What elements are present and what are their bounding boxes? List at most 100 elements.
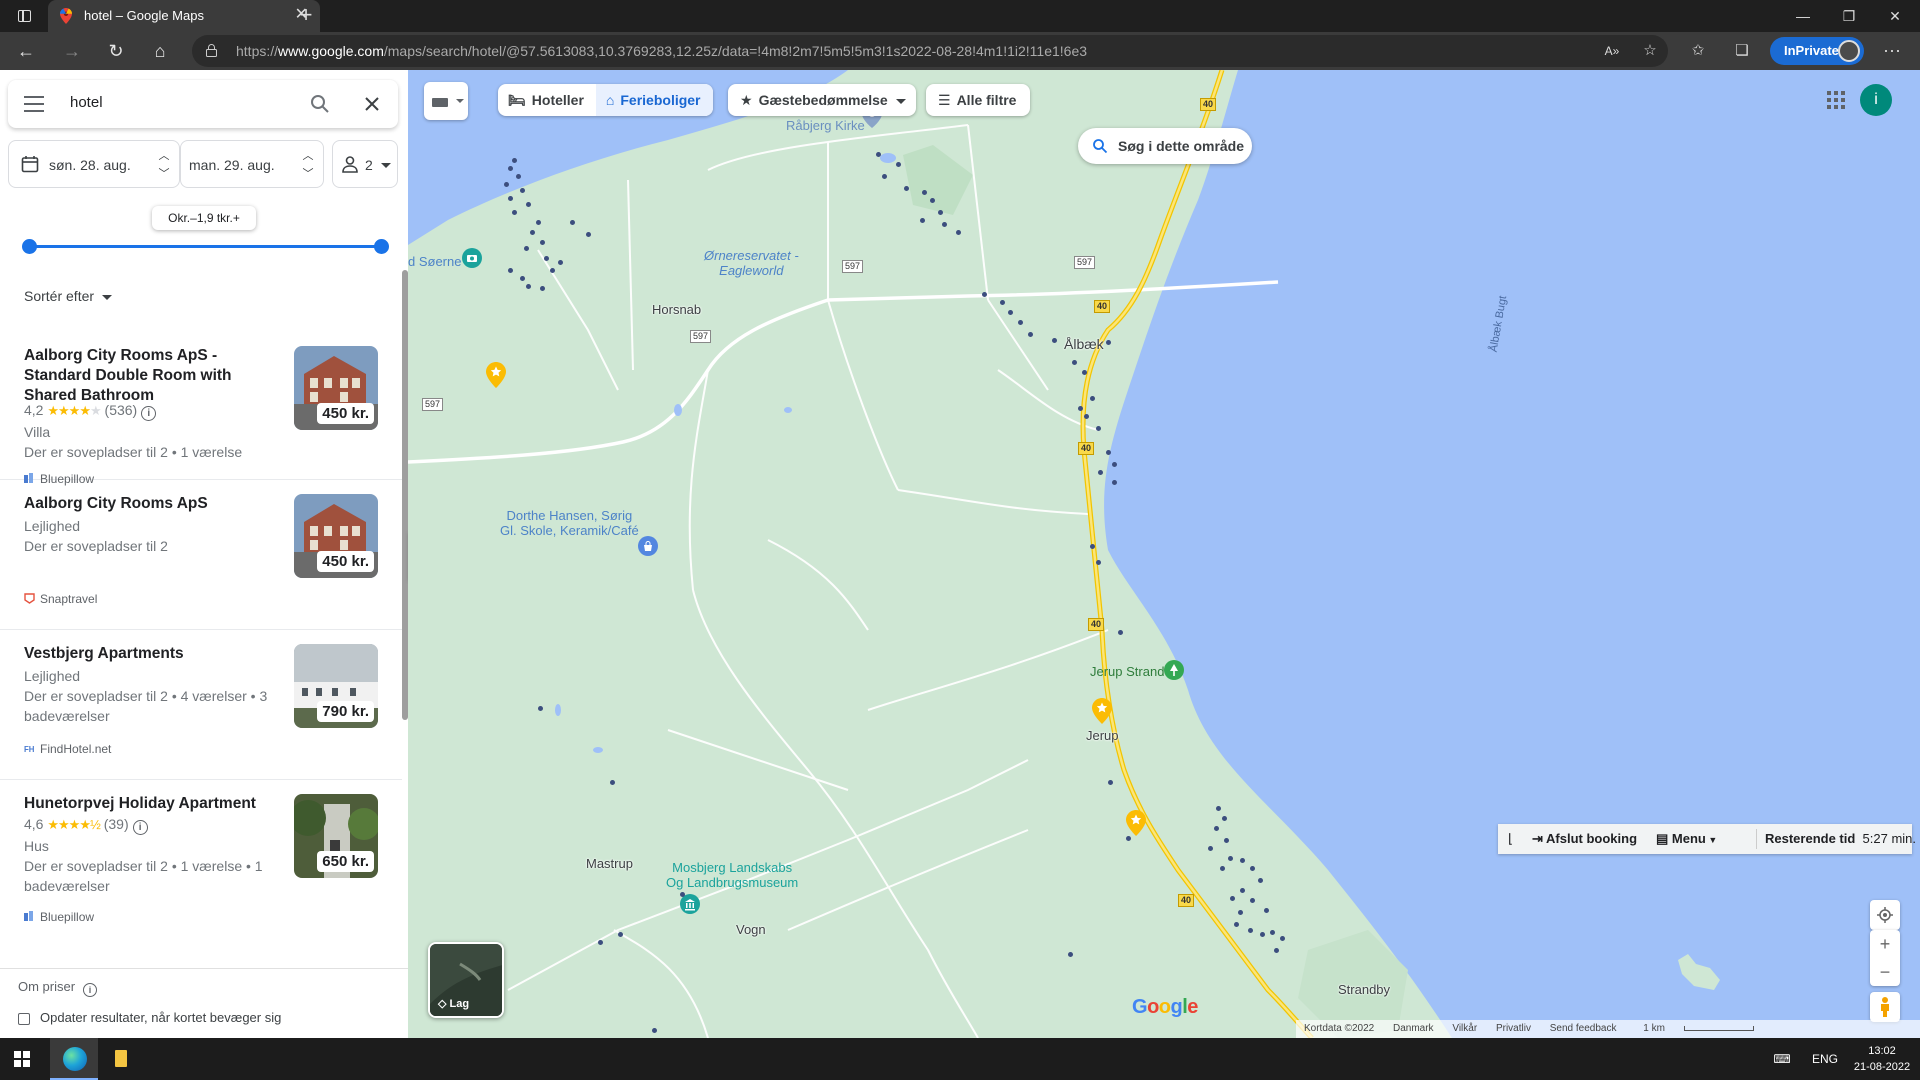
hotel-marker[interactable] — [526, 202, 531, 207]
guests-selector[interactable]: 2 — [332, 140, 398, 188]
back-icon[interactable]: ← — [14, 39, 38, 63]
result-card[interactable]: Vestbjerg Apartments Lejlighed Der er so… — [0, 630, 402, 780]
hotel-marker[interactable] — [1018, 320, 1023, 325]
hotel-marker[interactable] — [598, 940, 603, 945]
hotel-marker[interactable] — [920, 218, 925, 223]
star-pin-icon[interactable] — [1126, 810, 1146, 836]
hotel-marker[interactable] — [1224, 838, 1229, 843]
add-favorite-icon[interactable]: ☆ — [1640, 41, 1660, 61]
result-title[interactable]: Hunetorpvej Holiday Apartment — [24, 794, 274, 814]
expand-icon[interactable]: ⌊ — [1508, 824, 1513, 854]
chevron-up-icon[interactable]: ︿ — [301, 147, 315, 165]
all-filters-button[interactable]: ☰ Alle filtre — [926, 84, 1030, 116]
street-view-pegman[interactable] — [1870, 992, 1900, 1022]
museum-pin-icon[interactable] — [680, 894, 700, 918]
hotel-marker[interactable] — [1090, 544, 1095, 549]
hotel-marker[interactable] — [570, 220, 575, 225]
hotel-marker[interactable] — [1222, 816, 1227, 821]
result-title[interactable]: Aalborg City Rooms ApS — [24, 494, 274, 514]
edge-taskbar-button[interactable] — [50, 1038, 98, 1080]
hotel-marker[interactable] — [516, 174, 521, 179]
hotel-marker[interactable] — [540, 240, 545, 245]
place-label[interactable]: Ålbæk — [1064, 336, 1104, 352]
hotel-marker[interactable] — [1096, 560, 1101, 565]
search-input[interactable] — [70, 94, 290, 111]
about-prices-link[interactable]: Om priser i — [18, 979, 98, 997]
chevron-down-icon[interactable]: ﹀ — [157, 165, 171, 183]
hotel-marker[interactable] — [1126, 836, 1131, 841]
result-source[interactable]: Snaptravel — [24, 592, 97, 606]
shopping-pin-icon[interactable] — [638, 536, 658, 560]
guest-rating-filter[interactable]: ★ Gæstebedømmelse — [728, 84, 916, 116]
zoom-out-button[interactable]: − — [1870, 958, 1900, 986]
hotel-marker[interactable] — [1028, 332, 1033, 337]
price-max-handle[interactable] — [374, 239, 389, 254]
sort-button[interactable]: Sortér efter — [24, 288, 113, 304]
windows-start-button[interactable] — [14, 1051, 30, 1067]
place-label[interactable]: Jerup — [1086, 728, 1119, 743]
result-card[interactable]: Aalborg City Rooms ApS - Standard Double… — [0, 332, 402, 486]
result-photo[interactable]: 790 kr. — [294, 644, 378, 728]
hotel-marker[interactable] — [1270, 930, 1275, 935]
hotel-marker[interactable] — [504, 182, 509, 187]
info-icon[interactable]: i — [83, 983, 98, 997]
hotel-marker[interactable] — [922, 190, 927, 195]
new-tab-button[interactable]: + — [294, 4, 318, 28]
hotel-marker[interactable] — [1000, 300, 1005, 305]
hotel-marker[interactable] — [982, 292, 987, 297]
search-icon[interactable] — [308, 92, 332, 116]
hotel-marker[interactable] — [942, 222, 947, 227]
hotel-marker[interactable] — [896, 162, 901, 167]
hotel-marker[interactable] — [1106, 450, 1111, 455]
read-aloud-icon[interactable]: A» — [1602, 41, 1622, 61]
minimize-button[interactable]: — — [1780, 0, 1826, 32]
hotel-marker[interactable] — [526, 284, 531, 289]
restore-button[interactable]: ❐ — [1826, 0, 1872, 32]
hotel-marker[interactable] — [1008, 310, 1013, 315]
hotel-marker[interactable] — [1108, 780, 1113, 785]
terms-link[interactable]: Vilkår — [1452, 1023, 1477, 1034]
result-title[interactable]: Aalborg City Rooms ApS - Standard Double… — [24, 346, 274, 406]
star-pin-icon[interactable] — [1092, 698, 1112, 724]
hotel-marker[interactable] — [512, 158, 517, 163]
hotel-marker[interactable] — [540, 286, 545, 291]
info-icon[interactable]: i — [132, 820, 148, 835]
home-icon[interactable]: ⌂ — [148, 39, 172, 63]
hotel-marker[interactable] — [1260, 932, 1265, 937]
hotels-chip[interactable]: 🛏 Hoteller — [498, 84, 596, 116]
hotel-marker[interactable] — [1112, 480, 1117, 485]
place-label[interactable]: Horsnab — [652, 302, 701, 317]
result-photo[interactable]: 450 kr. — [294, 494, 378, 578]
result-source[interactable]: FH FindHotel.net — [24, 742, 111, 756]
forward-icon[interactable]: → — [60, 39, 84, 63]
my-location-button[interactable] — [1870, 900, 1900, 930]
place-label[interactable]: Mastrup — [586, 856, 633, 871]
hotel-marker[interactable] — [1228, 856, 1233, 861]
park-pin-icon[interactable] — [1164, 660, 1184, 684]
hotel-marker[interactable] — [618, 932, 623, 937]
camera-pin-icon[interactable] — [462, 248, 482, 272]
poi-label[interactable]: Jerup Strand — [1090, 664, 1164, 679]
hotel-marker[interactable] — [1052, 338, 1057, 343]
hotel-marker[interactable] — [508, 268, 513, 273]
apps-grid-icon[interactable] — [1826, 90, 1846, 110]
hotel-marker[interactable] — [520, 276, 525, 281]
language-indicator[interactable]: ENG — [1810, 1038, 1840, 1080]
vacation-rentals-chip[interactable]: ⌂ Ferieboliger — [595, 84, 713, 116]
map-canvas[interactable]: Ålbæk Bugt 40 40 40 40 40 597 597 597 59… — [408, 70, 1920, 1038]
star-pin-icon[interactable] — [486, 362, 506, 388]
result-title[interactable]: Vestbjerg Apartments — [24, 644, 274, 664]
info-icon[interactable]: i — [141, 406, 157, 421]
hotel-marker[interactable] — [508, 196, 513, 201]
hotel-marker[interactable] — [1084, 414, 1089, 419]
poi-label[interactable]: Ørnereservatet - Eagleworld — [704, 248, 799, 278]
checkin-date-field[interactable]: søn. 28. aug. ︿ ﹀ — [8, 140, 180, 188]
poi-label[interactable]: Råbjerg Kirke — [786, 118, 865, 133]
result-source[interactable]: Bluepillow — [24, 910, 94, 924]
hotel-marker[interactable] — [1078, 406, 1083, 411]
price-slider-track[interactable] — [30, 245, 382, 248]
collections-icon[interactable]: ❏ — [1732, 41, 1752, 61]
hotel-marker[interactable] — [1090, 396, 1095, 401]
poi-label[interactable]: Dorthe Hansen, Sørig Gl. Skole, Keramik/C… — [500, 508, 639, 538]
reload-icon[interactable]: ↻ — [104, 39, 128, 63]
